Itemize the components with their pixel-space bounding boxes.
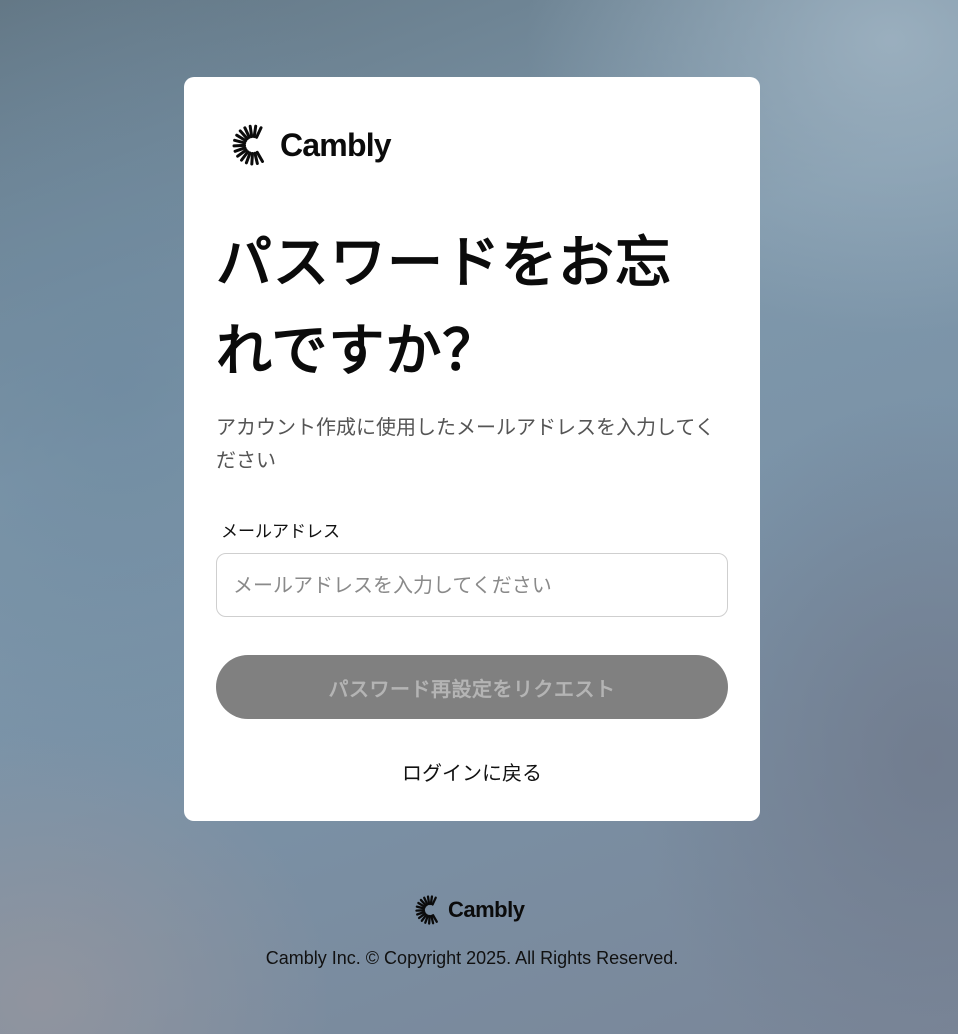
brand-name: Cambly xyxy=(280,126,392,163)
cambly-sunburst-icon xyxy=(415,895,438,925)
email-input[interactable] xyxy=(216,553,728,617)
email-label: メールアドレス xyxy=(221,522,340,542)
header-logo: Cambly xyxy=(232,124,392,166)
copyright-text: Cambly Inc. © Copyright 2025. All Rights… xyxy=(265,948,679,968)
page-subtitle: アカウント作成に使用したメールアドレスを入力してください xyxy=(216,415,715,472)
reset-password-card: Cambly パスワードをお忘れですか？ アカウント作成に使用したメールアドレス… xyxy=(184,77,760,821)
footer-logo: Cambly xyxy=(415,895,525,925)
cambly-sunburst-icon xyxy=(232,124,264,166)
back-to-login-link[interactable]: ログインに戻る xyxy=(184,757,760,786)
page-title: パスワードをお忘れですか？ xyxy=(216,231,672,384)
request-reset-button[interactable]: パスワード再設定をリクエスト xyxy=(216,655,728,719)
footer-brand-name: Cambly xyxy=(448,897,525,922)
